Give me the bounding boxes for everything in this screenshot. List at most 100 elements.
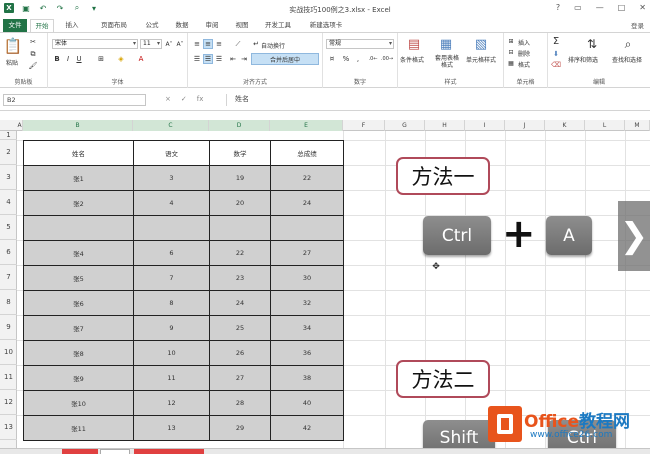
clear-icon[interactable]: ⌫ [550,60,562,69]
underline-button[interactable]: U [74,54,84,64]
column-header[interactable]: L [585,120,625,131]
table-cell[interactable] [270,215,344,241]
number-format-select[interactable]: 常规 [326,39,394,49]
redo-icon[interactable]: ↷ [55,3,65,13]
delete-cells-label[interactable]: 删除 [518,49,530,58]
tab-data[interactable]: 数据 [170,19,194,32]
customize-qat-icon[interactable]: ▾ [89,3,99,13]
align-bottom-icon[interactable]: ≡ [214,39,224,49]
row-header[interactable]: 8 [0,290,17,315]
table-cell[interactable] [209,215,271,241]
table-cell[interactable]: 11 [133,365,210,391]
table-cell[interactable]: 张11 [23,415,134,441]
column-header[interactable]: G [385,120,425,131]
login-link[interactable]: 登录 [631,20,644,30]
delete-cells-icon[interactable]: ⊟ [506,48,516,57]
orientation-icon[interactable]: ⟋ [232,39,244,49]
fill-color-icon[interactable]: ◈ [114,54,128,64]
sheet-tab[interactable] [134,449,204,454]
sheet-tab[interactable] [62,449,98,454]
table-cell[interactable]: 张6 [23,290,134,316]
conditional-format-icon[interactable]: ▤ [406,36,422,52]
table-cell[interactable]: 3 [133,165,210,191]
font-size-select[interactable]: 11 [140,39,162,49]
column-header[interactable]: E [270,120,343,131]
font-color-icon[interactable]: A [134,54,148,64]
table-cell[interactable]: 29 [209,415,271,441]
table-cell[interactable]: 27 [270,240,344,266]
table-cell[interactable]: 27 [209,365,271,391]
tab-custom[interactable]: 新建选项卡 [304,19,348,32]
tab-home[interactable]: 开始 [30,19,54,32]
table-cell[interactable]: 24 [209,290,271,316]
italic-button[interactable]: I [63,54,73,64]
column-header[interactable]: J [505,120,545,131]
table-cell[interactable]: 张7 [23,315,134,341]
help-icon[interactable]: ? [556,3,560,12]
table-cell[interactable]: 6 [133,240,210,266]
table-cell[interactable]: 40 [270,390,344,416]
sort-filter-label[interactable]: 排序和筛选 [568,55,598,64]
tab-formulas[interactable]: 公式 [140,19,164,32]
maximize-icon[interactable]: □ [618,3,626,12]
table-cell[interactable]: 24 [270,190,344,216]
grow-font-button[interactable]: A˄ [164,39,174,49]
column-header[interactable]: C [133,120,209,131]
table-cell[interactable]: 42 [270,415,344,441]
tab-page-layout[interactable]: 页面布局 [94,19,134,32]
table-cell[interactable]: 张9 [23,365,134,391]
align-center-icon[interactable]: ☰ [203,54,213,64]
table-cell[interactable] [133,215,210,241]
column-header[interactable]: D [209,120,270,131]
table-cell[interactable]: 7 [133,265,210,291]
row-header[interactable]: 10 [0,340,17,365]
column-header[interactable]: M [625,120,650,131]
row-header[interactable]: 9 [0,315,17,340]
table-cell[interactable]: 23 [209,265,271,291]
table-cell[interactable]: 张4 [23,240,134,266]
formula-input[interactable]: 姓名 [226,94,646,106]
merge-center-button[interactable]: 合并后居中 [251,53,319,65]
table-cell[interactable]: 8 [133,290,210,316]
table-cell[interactable] [23,215,134,241]
table-cell[interactable]: 22 [270,165,344,191]
decrease-decimal-icon[interactable]: .00→ [381,54,393,64]
name-box[interactable]: B2 [3,94,146,106]
enter-icon[interactable]: ✓ [181,95,187,103]
row-header[interactable]: 13 [0,415,17,440]
column-header[interactable]: B [23,120,133,131]
column-header[interactable]: I [465,120,505,131]
format-cells-icon[interactable]: ▦ [506,59,516,68]
fill-icon[interactable]: ⬇ [550,49,562,58]
header-cell-math[interactable]: 数学 [209,140,271,166]
align-left-icon[interactable]: ☰ [192,54,202,64]
column-header[interactable]: K [545,120,585,131]
tab-developer[interactable]: 开发工具 [258,19,298,32]
table-cell[interactable]: 9 [133,315,210,341]
align-right-icon[interactable]: ☰ [214,54,224,64]
table-cell[interactable]: 19 [209,165,271,191]
format-as-table-icon[interactable]: ▦ [438,36,454,52]
tab-review[interactable]: 审阅 [200,19,224,32]
border-icon[interactable]: ⊞ [94,54,108,64]
find-select-label[interactable]: 查找和选择 [612,55,642,64]
table-cell[interactable]: 30 [270,265,344,291]
row-header[interactable]: 2 [0,140,17,165]
table-cell[interactable]: 10 [133,340,210,366]
format-cells-label[interactable]: 格式 [518,60,530,69]
header-cell-name[interactable]: 姓名 [23,140,134,166]
table-cell[interactable]: 38 [270,365,344,391]
sort-filter-icon[interactable]: ⇅ [584,36,600,52]
table-cell[interactable]: 26 [209,340,271,366]
table-cell[interactable]: 13 [133,415,210,441]
row-header[interactable]: 4 [0,190,17,215]
shrink-font-button[interactable]: A˅ [175,39,185,49]
table-cell[interactable]: 张8 [23,340,134,366]
decrease-indent-icon[interactable]: ⇤ [228,54,238,64]
table-cell[interactable]: 张10 [23,390,134,416]
copy-icon[interactable]: ⧉ [28,49,38,59]
increase-indent-icon[interactable]: ⇥ [239,54,249,64]
sheet-tab[interactable] [100,449,130,454]
increase-decimal-icon[interactable]: .0← [367,54,379,64]
column-header[interactable]: F [343,120,385,131]
